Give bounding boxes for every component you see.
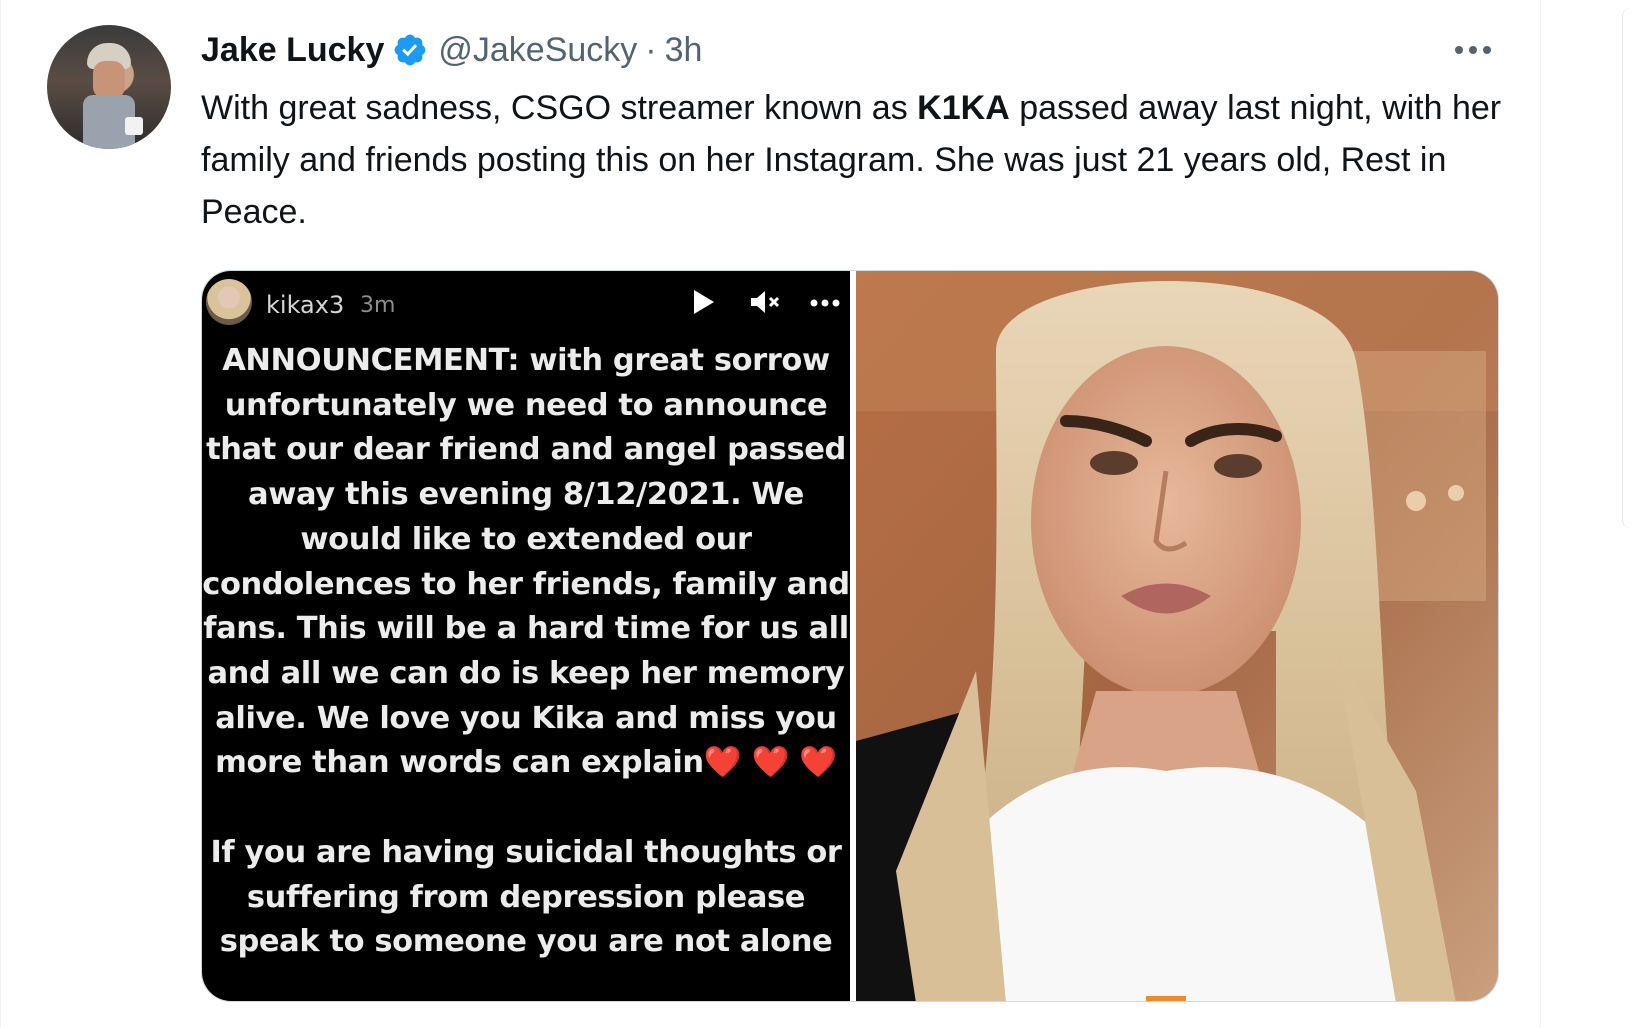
mute-icon xyxy=(751,291,780,313)
tweet-card[interactable]: Jake Lucky @JakeSucky · 3h With great sa… xyxy=(0,0,1541,1028)
story-time: 3m xyxy=(360,293,396,318)
more-horizontal-icon[interactable] xyxy=(1451,36,1495,64)
portrait-illustration xyxy=(856,271,1498,1001)
story-help-text: If you are having suicidal thoughts or s… xyxy=(210,835,842,960)
avatar-face xyxy=(93,61,125,99)
portrait-photo[interactable] xyxy=(856,271,1498,1001)
verified-badge-icon xyxy=(394,34,426,66)
tweet-text-bold: K1KA xyxy=(917,89,1010,127)
right-panel-edge xyxy=(1541,0,1637,1028)
tweet-timestamp[interactable]: 3h xyxy=(665,31,703,70)
tweet-header: Jake Lucky @JakeSucky · 3h xyxy=(201,28,702,72)
tweet-text-part-1: With great sadness, CSGO streamer known … xyxy=(201,89,918,127)
author-handle[interactable]: @JakeSucky xyxy=(438,31,637,70)
instagram-story-image[interactable]: kikax3 3m ANNOUNCEMENT: with great sorro… xyxy=(202,271,850,1001)
tweet-page: Jake Lucky @JakeSucky · 3h With great sa… xyxy=(0,0,1637,1028)
author-avatar[interactable] xyxy=(47,25,171,149)
play-icon xyxy=(694,290,714,314)
story-message-body: ANNOUNCEMENT: with great sorrow unfortun… xyxy=(202,343,850,781)
author-display-name[interactable]: Jake Lucky xyxy=(201,31,384,70)
tweet-text: With great sadness, CSGO streamer known … xyxy=(201,82,1511,238)
avatar-cup xyxy=(125,117,143,135)
story-username: kikax3 xyxy=(266,291,345,319)
header-separator: · xyxy=(645,30,657,69)
story-avatar xyxy=(206,279,252,325)
tweet-media-grid[interactable]: kikax3 3m ANNOUNCEMENT: with great sorro… xyxy=(201,270,1499,1002)
heart-emoji-icons: ❤️ ❤️ ❤️ xyxy=(703,745,838,781)
sidebar-edge xyxy=(1622,8,1637,528)
story-announcement-text: ANNOUNCEMENT: with great sorrow unfortun… xyxy=(202,339,850,786)
story-more-icon xyxy=(810,299,840,307)
